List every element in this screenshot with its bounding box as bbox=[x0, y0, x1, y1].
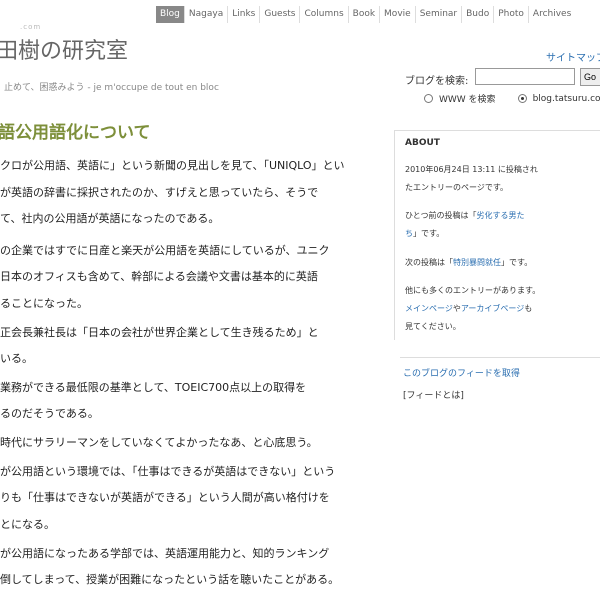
nav-blog[interactable]: Blog bbox=[156, 6, 184, 23]
nav-budo[interactable]: Budo bbox=[461, 6, 494, 23]
article-line: 正会長兼社長は「日本の会社が世界企業として生き残るため」と bbox=[0, 326, 319, 339]
about-more-line-2: メインページやアーカイブページも bbox=[405, 303, 532, 314]
sitemap-link[interactable]: サイトマップ bbox=[546, 49, 600, 64]
nav-book[interactable]: Book bbox=[347, 6, 380, 23]
article-line: 日本のオフィスも含めて、幹部による会議や文書は基本的に英語 bbox=[0, 270, 318, 283]
site-title[interactable]: 田樹の研究室 bbox=[0, 33, 128, 65]
about-posted-line-1: 2010年06月24日 13:11 に投稿され bbox=[405, 165, 538, 174]
nav-links[interactable]: Links bbox=[227, 6, 260, 23]
prev-entry-link[interactable]: 劣化する男た bbox=[476, 211, 524, 220]
nav-guests[interactable]: Guests bbox=[259, 6, 300, 23]
site-domain-fragment: .com bbox=[20, 23, 42, 31]
nav-nagaya[interactable]: Nagaya bbox=[183, 6, 228, 23]
next-entry-link[interactable]: 特別暴問就任 bbox=[453, 258, 501, 267]
next-prefix: 次の投稿は「 bbox=[405, 258, 453, 267]
article-line: いる。 bbox=[0, 352, 33, 365]
article-line: りも「仕事はできないが英語ができる」という人間が高い格付けを bbox=[0, 491, 330, 504]
nav-movie[interactable]: Movie bbox=[379, 6, 415, 23]
article-line: が公用語になったある学部では、英語運用能力と、知的ランキング bbox=[0, 547, 330, 560]
article-line: 倒してしまって、授業が困難になったという話を聴いたことがある。 bbox=[0, 573, 340, 586]
top-navigation: Blog Nagaya Links Guests Columns Book Mo… bbox=[156, 6, 576, 23]
about-heading: ABOUT bbox=[405, 138, 440, 148]
nav-photo[interactable]: Photo bbox=[493, 6, 528, 23]
radio-blog[interactable] bbox=[517, 94, 527, 103]
article-line: クロが公用語、英語に」という新聞の見出しを見て、「UNIQLO」とい bbox=[0, 159, 345, 172]
article-line: の企業ではすでに日産と楽天が公用語を英語にしているが、ユニク bbox=[0, 244, 330, 257]
feed-divider bbox=[400, 357, 600, 358]
feed-link[interactable]: このブログのフィードを取得 bbox=[403, 366, 520, 379]
search-go-button[interactable]: Go bbox=[580, 68, 600, 86]
search-scope: WWW を検索 blog.tatsuru.com bbox=[424, 92, 600, 105]
more-mid: や bbox=[452, 304, 461, 313]
prev-suffix: 」です。 bbox=[413, 229, 445, 238]
nav-seminar[interactable]: Seminar bbox=[414, 6, 462, 23]
more-suffix: も bbox=[524, 304, 533, 313]
main-page-link[interactable]: メインページ bbox=[405, 304, 453, 313]
about-posted-line-2: たエントリーのページです。 bbox=[405, 183, 509, 192]
article-line: 業務ができる最低限の基準として、TOEIC700点以上の取得を bbox=[0, 381, 307, 394]
search-input[interactable] bbox=[475, 68, 575, 85]
article-title: 語公用語化について bbox=[0, 123, 151, 143]
nav-columns[interactable]: Columns bbox=[299, 6, 348, 23]
about-more-line-3: 見てください。 bbox=[405, 322, 461, 331]
nav-archives[interactable]: Archives bbox=[527, 6, 576, 23]
article-line: ることになった。 bbox=[0, 297, 88, 310]
article-line: 時代にサラリーマンをしていなくてよかったなあ、と心底思う。 bbox=[0, 436, 318, 449]
next-suffix: 」です。 bbox=[501, 258, 533, 267]
radio-www[interactable] bbox=[424, 94, 433, 103]
about-next-line: 次の投稿は「特別暴問就任」です。 bbox=[405, 257, 532, 268]
site-tagline: 止めて、困惑みよう - je m'occupe de tout en bloc bbox=[4, 83, 219, 93]
article-line: とになる。 bbox=[0, 518, 55, 531]
about-more-line-1: 他にも多くのエントリーがあります。 bbox=[405, 286, 541, 295]
archive-page-link[interactable]: アーカイブページ bbox=[461, 304, 524, 313]
about-prev-line-2: ち」です。 bbox=[405, 228, 444, 239]
about-prev-line-1: ひとつ前の投稿は「劣化する男た bbox=[405, 210, 524, 221]
article-line: て、社内の公用語が英語になったのである。 bbox=[0, 212, 220, 225]
radio-blog-label: blog.tatsuru.com bbox=[532, 93, 600, 104]
prev-entry-link-cont[interactable]: ち bbox=[405, 229, 413, 238]
article-line: るのだそうである。 bbox=[0, 407, 99, 420]
article-line: が英語の辞書に採択されたのか、すげえと思っていたら、そうで bbox=[0, 186, 319, 199]
radio-www-label: WWW を検索 bbox=[439, 95, 496, 105]
search-label: ブログを検索: bbox=[405, 76, 469, 87]
article-line: が公用語という環境では、「仕事はできるが英語はできない」という bbox=[0, 465, 336, 478]
prev-prefix: ひとつ前の投稿は「 bbox=[405, 211, 477, 220]
feed-about-link[interactable]: [フィードとは] bbox=[403, 388, 464, 401]
